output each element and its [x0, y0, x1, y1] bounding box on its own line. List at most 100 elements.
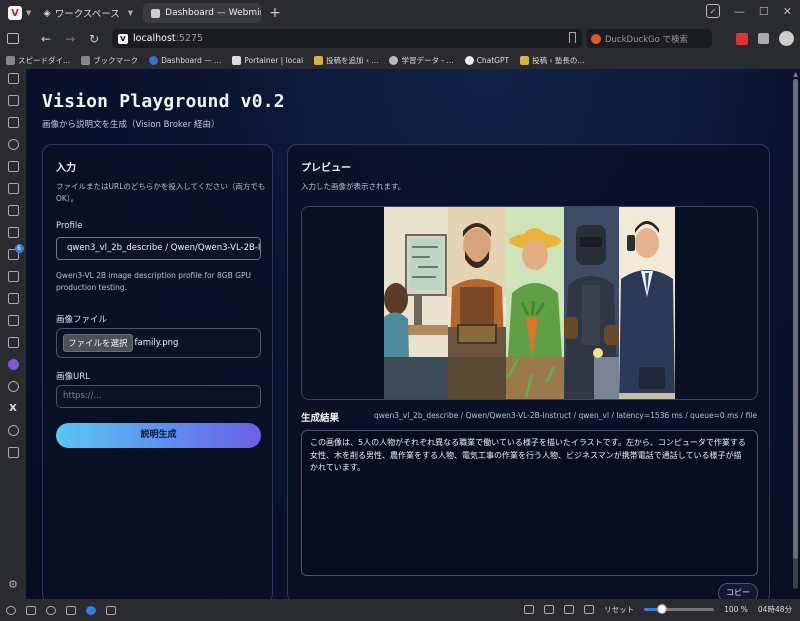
shield-check-icon[interactable]: ✓	[705, 4, 720, 18]
sync-icon[interactable]	[7, 227, 19, 238]
browser-side-panel: X ⚙	[0, 69, 26, 599]
copy-button[interactable]: コピー	[718, 583, 758, 599]
bookmark-item[interactable]: Dashboard — ...	[149, 55, 221, 65]
maximize-button[interactable]: ☐	[759, 5, 769, 18]
search-field[interactable]: DuckDuckGo で検索	[586, 29, 712, 48]
preview-image	[384, 207, 675, 399]
profile-label: Profile	[56, 221, 83, 231]
web-panel-icon[interactable]	[7, 381, 19, 392]
capture-icon[interactable]	[7, 205, 19, 216]
zoom-slider[interactable]	[644, 604, 715, 614]
bookmark-item[interactable]: 投稿を追加 ‹ ...	[314, 55, 378, 66]
generate-button[interactable]: 説明生成	[56, 423, 261, 448]
woodworker-illustration	[448, 207, 506, 399]
cloud-icon[interactable]	[46, 605, 56, 615]
tab-active[interactable]: Dashboard — Webmin 2...	[143, 3, 262, 23]
reading-list-icon[interactable]	[7, 95, 19, 106]
bookmarks-panel-icon[interactable]	[7, 73, 19, 84]
extensions-puzzle-icon[interactable]	[758, 33, 769, 44]
panel-toggle-icon[interactable]	[26, 605, 36, 615]
illustration-panel	[448, 207, 506, 399]
downloads-icon[interactable]	[7, 117, 19, 128]
workspace-switcher[interactable]: ◈ ワークスペース ▼	[43, 6, 133, 21]
profile-select[interactable]: qwen3_vl_2b_describe / Qwen/Qwen3-VL-2B-…	[56, 237, 261, 260]
bookmark-item[interactable]: ChatGPT	[464, 55, 509, 65]
feeds-icon[interactable]	[7, 315, 19, 326]
site-favicon-icon	[314, 55, 324, 65]
calendar-icon[interactable]	[7, 271, 19, 282]
page-subtitle: 画像から説明文を生成（Vision Broker 経由）	[42, 120, 220, 130]
page-actions-icon[interactable]	[564, 605, 575, 614]
settings-icon[interactable]	[6, 605, 16, 615]
profile-avatar[interactable]	[779, 31, 794, 46]
status-bar-left	[6, 605, 116, 615]
bookmark-item[interactable]: 投稿 ‹ 塾長の...	[520, 55, 585, 66]
window-controls: ✓ — ☐ ✕	[705, 4, 792, 18]
illustration-panel	[506, 207, 564, 399]
preview-card: プレビュー 入力した画像が表示されます。 生成結果 qwen3_vl_2b_de…	[287, 144, 770, 599]
welder-illustration	[564, 207, 619, 399]
bookmark-item[interactable]: ブックマーク	[81, 55, 138, 66]
zoom-level: 100 %	[724, 605, 748, 614]
browser-nav-bar: ← → ↻ V localhost:5275 DuckDuckGo で検索	[0, 26, 800, 51]
zoom-thumb[interactable]	[657, 604, 668, 614]
illustration-panel	[619, 207, 675, 399]
forward-button[interactable]: →	[65, 32, 75, 46]
contacts-icon[interactable]	[7, 337, 19, 348]
page-scrollbar[interactable]	[793, 79, 798, 589]
close-window-button[interactable]: ✕	[783, 5, 792, 18]
back-button[interactable]: ←	[41, 32, 51, 46]
zoom-reset-button[interactable]: リセット	[604, 604, 634, 615]
folder-icon	[81, 55, 91, 65]
image-url-input[interactable]: https://...	[56, 385, 261, 408]
new-tab-button[interactable]: +	[269, 5, 281, 21]
add-panel-icon[interactable]	[7, 447, 19, 458]
mastodon-icon[interactable]	[7, 359, 19, 370]
web-panel-icon[interactable]	[7, 425, 19, 436]
result-textarea[interactable]: この画像は、5人の人物がそれぞれ異なる職業で働いている様子を描いたイラストです。…	[301, 430, 758, 576]
calendar-icon[interactable]	[106, 605, 116, 615]
chatgpt-icon	[464, 55, 474, 65]
minimize-button[interactable]: —	[734, 5, 745, 18]
history-icon[interactable]	[7, 139, 19, 150]
choose-file-button[interactable]: ファイルを選択	[63, 334, 133, 352]
file-input[interactable]: ファイルを選択 family.png	[56, 328, 261, 358]
portainer-icon	[232, 55, 242, 65]
chevron-down-icon[interactable]: ▼	[26, 9, 31, 17]
vivaldi-menu-icon[interactable]: V	[8, 6, 22, 20]
bookmark-item[interactable]: 学習データ - ...	[389, 55, 454, 66]
web-page: Vision Playground v0.2 画像から説明文を生成（Vision…	[26, 69, 800, 599]
mail-icon[interactable]	[7, 244, 24, 260]
extension-icon[interactable]	[736, 32, 748, 45]
notes-icon[interactable]	[7, 161, 19, 172]
reload-button[interactable]: ↻	[89, 32, 99, 46]
status-bar-right: リセット 100 % 04時48分	[524, 604, 792, 615]
bookmark-icon[interactable]	[569, 32, 576, 43]
search-placeholder: DuckDuckGo で検索	[605, 34, 689, 45]
address-bar[interactable]: V localhost:5275	[112, 29, 582, 48]
bookmark-item[interactable]: スピードダイ...	[6, 55, 70, 66]
input-card: 入力 ファイルまたはURLのどちらかを投入してください（両方でもOK）。 Pro…	[42, 144, 273, 599]
gear-icon[interactable]: ⚙	[8, 578, 18, 591]
illustration-panel	[384, 207, 448, 399]
preview-hint: 入力した画像が表示されます。	[301, 182, 406, 191]
tiling-icon[interactable]	[544, 605, 555, 614]
panel-toggle-icon[interactable]	[7, 33, 19, 44]
mail-icon[interactable]	[66, 605, 76, 615]
preview-heading: プレビュー	[301, 163, 351, 174]
image-toggle-icon[interactable]	[584, 605, 595, 614]
x-icon[interactable]: X	[8, 403, 19, 414]
notification-badge[interactable]	[86, 605, 96, 615]
image-url-placeholder: https://...	[63, 391, 102, 401]
site-info-icon[interactable]: V	[118, 33, 128, 44]
page-title: Vision Playground v0.2	[42, 91, 285, 112]
scroll-up-icon[interactable]: ▲	[793, 71, 798, 78]
tasks-icon[interactable]	[7, 293, 19, 304]
url-host: localhost	[133, 33, 176, 44]
translate-icon[interactable]	[7, 183, 19, 194]
file-label: 画像ファイル	[56, 315, 108, 325]
capture-icon[interactable]	[524, 605, 535, 614]
scrollbar-thumb[interactable]	[793, 79, 798, 559]
bookmark-item[interactable]: Portainer | local	[232, 55, 303, 65]
image-preview	[301, 206, 758, 400]
